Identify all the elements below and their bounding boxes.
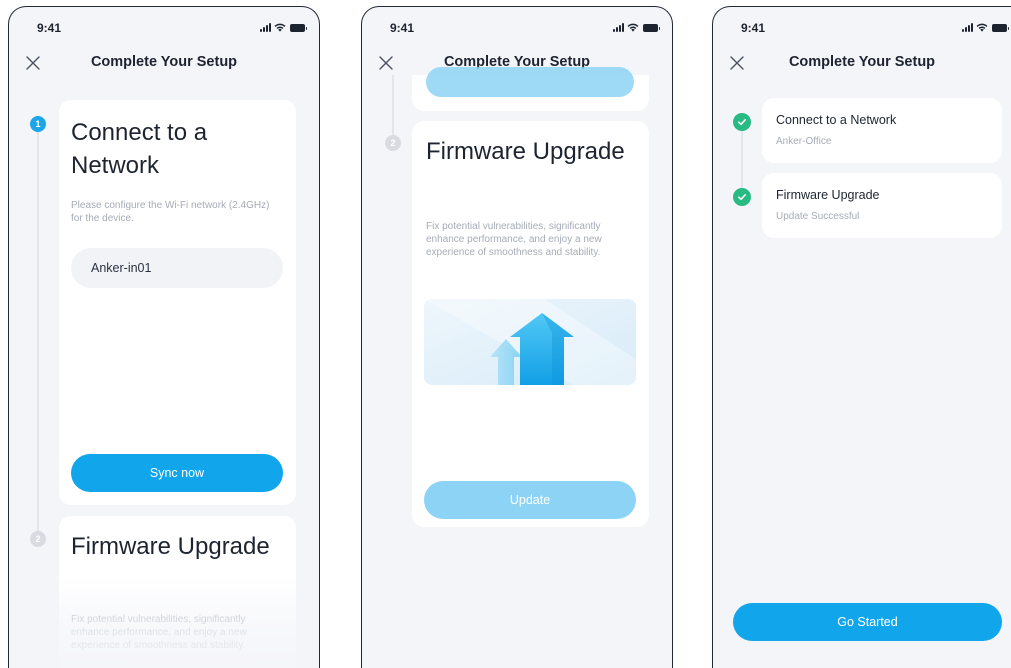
- summary-title: Connect to a Network: [776, 113, 897, 127]
- update-button[interactable]: Update: [424, 481, 636, 519]
- wifi-icon: [976, 23, 988, 32]
- step-card-connect-network-scrolled: [412, 67, 649, 111]
- status-time: 9:41: [37, 21, 62, 35]
- check-icon: [738, 119, 746, 126]
- sync-now-button[interactable]: Sync now: [71, 454, 283, 492]
- timeline-line: [37, 132, 39, 542]
- step-title: Firmware Upgrade: [426, 138, 625, 165]
- signal-icon: [260, 23, 271, 32]
- summary-card-network: Connect to a Network Anker-Office: [762, 98, 1002, 163]
- timeline-line: [741, 131, 743, 189]
- summary-subtitle: Update Successful: [776, 211, 860, 222]
- summary-subtitle: Anker-Office: [776, 136, 832, 147]
- status-icons: [962, 23, 1009, 32]
- battery-icon: [290, 24, 307, 32]
- status-bar: 9:41: [713, 21, 1011, 37]
- status-time: 9:41: [390, 21, 415, 35]
- sync-now-button-scrolled[interactable]: [426, 67, 634, 97]
- step-card-firmware-upgrade: Firmware Upgrade Fix potential vulnerabi…: [59, 516, 296, 668]
- signal-icon: [613, 23, 624, 32]
- step-title: Firmware Upgrade: [71, 533, 270, 560]
- status-bar: 9:41: [9, 21, 319, 37]
- network-select[interactable]: Anker-in01: [71, 248, 283, 288]
- go-started-button[interactable]: Go Started: [733, 603, 1002, 641]
- summary-card-firmware: Firmware Upgrade Update Successful: [762, 173, 1002, 238]
- screen-firmware-upgrade: 9:41 Complete Your Setup 2 Firmware Upgr…: [361, 6, 673, 668]
- summary-title: Firmware Upgrade: [776, 188, 880, 202]
- step-title: Connect to a Network: [71, 119, 208, 179]
- screen-setup-complete: 9:41 Complete Your Setup Connect to a Ne…: [712, 6, 1011, 668]
- firmware-illustration: [424, 299, 636, 385]
- status-icons: [260, 23, 307, 32]
- battery-icon: [643, 24, 660, 32]
- step-description: Fix potential vulnerabilities, significa…: [426, 221, 602, 258]
- status-time: 9:41: [741, 21, 766, 35]
- step-number-2: 2: [30, 531, 46, 547]
- step-complete-2: [733, 188, 751, 206]
- wifi-icon: [274, 23, 286, 32]
- nav-bar: Complete Your Setup: [9, 51, 319, 75]
- timeline-line: [392, 75, 394, 135]
- status-bar: 9:41: [362, 21, 672, 37]
- upgrade-arrows-icon: [424, 299, 636, 385]
- page-title: Complete Your Setup: [90, 54, 238, 70]
- wifi-icon: [627, 23, 639, 32]
- check-icon: [738, 194, 746, 201]
- step-complete-1: [733, 113, 751, 131]
- signal-icon: [962, 23, 973, 32]
- step-card-connect-network: Connect to a Network Please configure th…: [59, 100, 296, 505]
- step-number-2: 2: [385, 135, 401, 151]
- screen-connect-network: 9:41 Complete Your Setup 1 2 Connect to …: [8, 6, 320, 668]
- nav-bar: Complete Your Setup: [713, 51, 1011, 75]
- step-description: Please configure the Wi-Fi network (2.4G…: [71, 200, 270, 224]
- status-icons: [613, 23, 660, 32]
- page-title: Complete Your Setup: [788, 54, 936, 70]
- battery-icon: [992, 24, 1009, 32]
- step-number-1: 1: [30, 116, 46, 132]
- step-card-firmware-upgrade: Firmware Upgrade Fix potential vulnerabi…: [412, 121, 649, 527]
- step-description: Fix potential vulnerabilities, significa…: [71, 614, 247, 651]
